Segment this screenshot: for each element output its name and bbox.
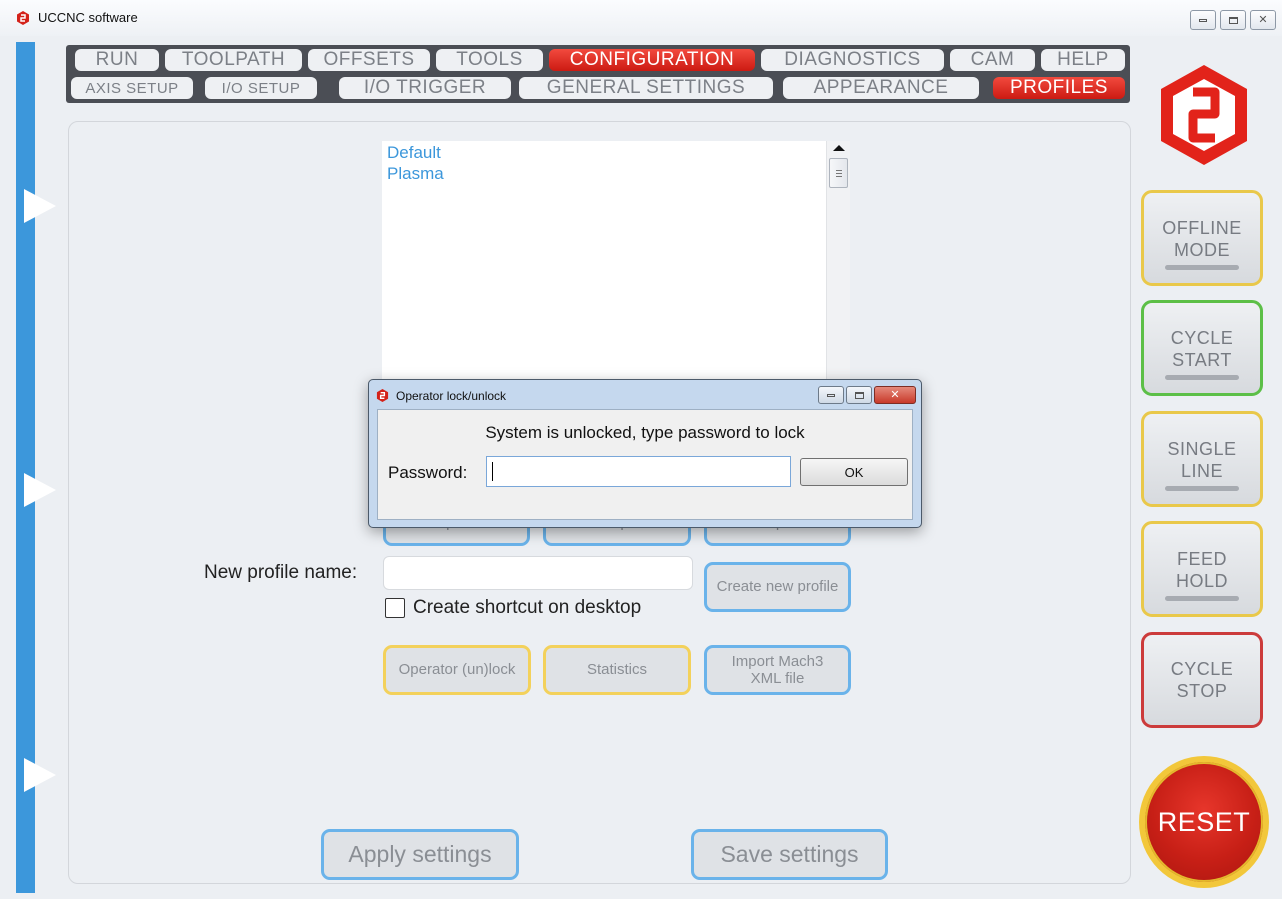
tab-help[interactable]: HELP — [1041, 49, 1125, 71]
cycle-start-line-1: CYCLE — [1170, 328, 1234, 348]
uccnc-app-icon — [17, 11, 29, 25]
password-label: Password: — [388, 463, 468, 482]
single-line-line-2: LINE — [1180, 461, 1224, 481]
apply-settings-button[interactable]: Apply settings — [321, 829, 519, 880]
maximize-icon — [854, 391, 864, 399]
create-shortcut-label: Create shortcut on desktop — [413, 597, 642, 618]
indicator-bar — [1165, 596, 1239, 601]
tab-io-setup[interactable]: I/O SETUP — [205, 77, 317, 99]
single-line-line-1: SINGLE — [1167, 439, 1237, 459]
tab-configuration[interactable]: CONFIGURATION — [549, 49, 755, 71]
scroll-up-arrow-icon[interactable] — [833, 145, 845, 151]
save-settings-button[interactable]: Save settings — [691, 829, 888, 880]
expand-arrow-icon[interactable] — [24, 758, 56, 792]
dialog-minimize-button[interactable] — [818, 386, 844, 404]
minimize-button[interactable] — [1190, 10, 1216, 30]
dialog-body: System is unlocked, type password to loc… — [377, 409, 913, 520]
feed-hold-line-1: FEED — [1176, 549, 1227, 569]
minimize-icon — [1199, 18, 1207, 22]
tab-profiles[interactable]: PROFILES — [993, 77, 1125, 99]
scroll-thumb[interactable] — [829, 158, 848, 188]
tab-toolpath[interactable]: TOOLPATH — [165, 49, 302, 71]
tab-bar: RUN TOOLPATH OFFSETS TOOLS CONFIGURATION… — [66, 45, 1130, 103]
minimize-icon — [827, 393, 835, 397]
dialog-close-button[interactable]: ✕ — [874, 386, 916, 404]
window-title: UCCNC software — [38, 10, 138, 25]
tab-cam[interactable]: CAM — [950, 49, 1035, 71]
new-profile-name-label: New profile name: — [204, 562, 358, 583]
cycle-stop-line-1: CYCLE — [1170, 659, 1234, 679]
new-profile-name-input[interactable] — [383, 556, 693, 590]
tab-general-settings[interactable]: GENERAL SETTINGS — [519, 77, 773, 99]
tab-diagnostics[interactable]: DIAGNOSTICS — [761, 49, 944, 71]
profile-list[interactable]: Default Plasma — [382, 141, 850, 386]
indicator-bar — [1165, 265, 1239, 270]
dialog-message: System is unlocked, type password to loc… — [485, 423, 805, 442]
create-new-profile-button[interactable]: Create new profile — [704, 562, 851, 612]
offline-mode-line-1: OFFLINE — [1162, 218, 1242, 238]
close-icon: ✕ — [1258, 13, 1268, 26]
tab-appearance[interactable]: APPEARANCE — [783, 77, 979, 99]
cycle-stop-button[interactable]: CYCLE STOP — [1141, 632, 1263, 728]
cycle-stop-line-2: STOP — [1176, 681, 1228, 701]
offline-mode-line-2: MODE — [1174, 240, 1230, 260]
tab-offsets[interactable]: OFFSETS — [308, 49, 430, 71]
profile-list-item[interactable]: Default — [387, 143, 441, 163]
import-mach3-xml-button[interactable]: Import Mach3 XML file — [704, 645, 851, 695]
feed-hold-button[interactable]: FEED HOLD — [1141, 521, 1263, 617]
indicator-bar — [1165, 375, 1239, 380]
operator-unlock-button[interactable]: Operator (un)lock — [383, 645, 531, 695]
tab-run[interactable]: RUN — [75, 49, 159, 71]
indicator-bar — [1165, 486, 1239, 491]
maximize-button[interactable] — [1220, 10, 1246, 30]
cycle-start-line-2: START — [1172, 350, 1232, 370]
maximize-icon — [1228, 16, 1238, 24]
expand-arrow-icon[interactable] — [24, 473, 56, 507]
single-line-button[interactable]: SINGLE LINE — [1141, 411, 1263, 507]
uccnc-logo — [1161, 65, 1247, 165]
profile-list-item[interactable]: Plasma — [387, 164, 444, 184]
close-icon: ✕ — [890, 388, 900, 401]
uccnc-app-icon — [376, 389, 389, 402]
expand-arrow-icon[interactable] — [24, 189, 56, 223]
tab-tools[interactable]: TOOLS — [436, 49, 543, 71]
profile-list-scrollbar[interactable] — [826, 141, 850, 386]
dialog-title: Operator lock/unlock — [396, 389, 507, 403]
ok-button[interactable]: OK — [800, 458, 908, 486]
close-button[interactable]: ✕ — [1250, 10, 1276, 30]
operator-lock-dialog: Operator lock/unlock ✕ System is unlocke… — [368, 379, 922, 528]
dialog-maximize-button[interactable] — [846, 386, 872, 404]
password-input[interactable] — [486, 456, 791, 487]
text-caret — [492, 462, 493, 481]
create-shortcut-checkbox[interactable] — [385, 598, 405, 618]
tab-axis-setup[interactable]: AXIS SETUP — [71, 77, 193, 99]
offline-mode-button[interactable]: OFFLINE MODE — [1141, 190, 1263, 286]
grip-icon — [836, 170, 842, 177]
tab-io-trigger[interactable]: I/O TRIGGER — [339, 77, 511, 99]
reset-button[interactable]: RESET — [1139, 756, 1269, 888]
statistics-button[interactable]: Statistics — [543, 645, 691, 695]
feed-hold-line-2: HOLD — [1175, 571, 1228, 591]
title-bar: UCCNC software ✕ — [0, 0, 1282, 36]
cycle-start-button[interactable]: CYCLE START — [1141, 300, 1263, 396]
